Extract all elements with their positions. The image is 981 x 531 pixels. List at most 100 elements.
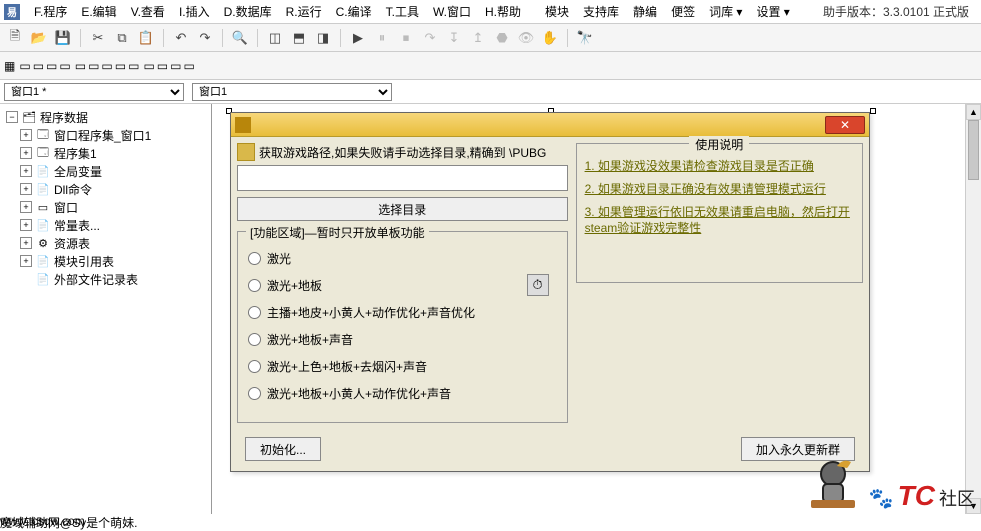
align-bottom-icon: ▭ [88, 59, 99, 73]
new-file-icon[interactable]: 🗎 [4, 27, 26, 49]
expand-icon[interactable]: + [20, 165, 32, 177]
feature-radio-option[interactable]: 激光+地板 [248, 277, 557, 294]
tree-item[interactable]: + 🗔 窗口程序集_窗口1 [18, 126, 207, 144]
instruction-link[interactable]: 1. 如果游戏没效果请检查游戏目录是否正确 [585, 159, 814, 173]
expand-icon[interactable]: + [20, 147, 32, 159]
expand-icon[interactable]: + [20, 255, 32, 267]
radio-input[interactable] [248, 333, 261, 346]
radio-input[interactable] [248, 360, 261, 373]
tree-item[interactable]: +📄Dll命令 [18, 180, 207, 198]
tree-item[interactable]: +📄全局变量 [18, 162, 207, 180]
align-center-h-icon: ▭ [33, 59, 44, 73]
undo-icon[interactable]: ↶ [170, 27, 192, 49]
tree-item[interactable]: +🗔程序集1 [18, 144, 207, 162]
align-left-icon: ▭ [19, 59, 30, 73]
menu-settings[interactable]: 设置 ▾ [750, 1, 795, 22]
menu-support-lib[interactable]: 支持库 [577, 1, 625, 22]
hand-icon[interactable]: ✋ [539, 27, 561, 49]
tree-root-row[interactable]: − 🗂 程序数据 [4, 108, 207, 126]
instruction-link[interactable]: 2. 如果游戏目录正确没有效果请管理模式运行 [585, 182, 826, 196]
menu-static-compile[interactable]: 静编 [627, 1, 663, 22]
menu-program[interactable]: F.程序 [28, 1, 73, 22]
copy-icon[interactable]: ⧉ [111, 27, 133, 49]
layout-1-icon[interactable]: ◫ [264, 27, 286, 49]
tree-node-icon: 📄 [36, 164, 50, 178]
menu-sticky-note[interactable]: 便签 [665, 1, 701, 22]
search-icon[interactable]: 🔍 [229, 27, 251, 49]
tree-item-label: 窗口程序集_窗口1 [54, 127, 151, 144]
path-hint-label: 获取游戏路径,如果失败请手动选择目录,精确到 \PUBG [259, 144, 546, 161]
feature-radio-option[interactable]: 激光 [248, 250, 557, 267]
radio-label: 激光+地板+声音 [267, 331, 353, 348]
tree-item[interactable]: +📄常量表... [18, 216, 207, 234]
tree-node-icon: ▭ [36, 200, 50, 214]
tree-node-icon: 🗔 [36, 128, 50, 142]
timer-icon: ⏱ [527, 274, 549, 296]
radio-input[interactable] [248, 252, 261, 265]
layout-3-icon[interactable]: ◨ [312, 27, 334, 49]
expand-icon[interactable]: + [20, 201, 32, 213]
align-middle-icon: ▭ [75, 59, 86, 73]
paste-icon[interactable]: 📋 [135, 27, 157, 49]
menu-edit[interactable]: E.编辑 [75, 1, 122, 22]
radio-input[interactable] [248, 279, 261, 292]
radio-input[interactable] [248, 387, 261, 400]
form-canvas[interactable]: ✕ 获取游戏路径,如果失败请手动选择目录,精确到 \PUBG 选择目录 [功能区… [218, 110, 975, 508]
expand-icon[interactable]: + [20, 237, 32, 249]
instruction-link[interactable]: 3. 如果管理运行依旧无效果请重启电脑，然后打开steam验证游戏完整性 [585, 205, 850, 236]
menu-insert[interactable]: I.插入 [173, 1, 216, 22]
tree-item[interactable]: +📄模块引用表 [18, 252, 207, 270]
radio-input[interactable] [248, 306, 261, 319]
menu-database[interactable]: D.数据库 [218, 1, 278, 22]
menu-dictionary[interactable]: 词库 ▾ [703, 1, 748, 22]
dialog-close-button[interactable]: ✕ [825, 116, 865, 134]
document-combo-2[interactable]: 窗口1 [192, 83, 392, 101]
designed-dialog[interactable]: ✕ 获取游戏路径,如果失败请手动选择目录,精确到 \PUBG 选择目录 [功能区… [230, 112, 870, 472]
select-directory-button[interactable]: 选择目录 [237, 197, 568, 221]
feature-radio-option[interactable]: 主播+地皮+小黄人+动作优化+声音优化 [248, 304, 557, 321]
dialog-titlebar[interactable]: ✕ [231, 113, 869, 137]
initialize-button[interactable]: 初始化... [245, 437, 321, 461]
expand-icon[interactable]: + [20, 219, 32, 231]
redo-icon[interactable]: ↷ [194, 27, 216, 49]
tree-item[interactable]: +▭窗口 [18, 198, 207, 216]
path-input[interactable] [237, 165, 568, 191]
expand-icon[interactable]: + [20, 129, 32, 141]
menu-module[interactable]: 模块 [539, 1, 575, 22]
feature-radio-option[interactable]: 激光+上色+地板+去烟闪+声音 [248, 358, 557, 375]
menu-view[interactable]: V.查看 [125, 1, 171, 22]
watermark-brand-small: 社区 [939, 485, 975, 511]
menu-tools[interactable]: T.工具 [380, 1, 425, 22]
feature-radio-option[interactable]: 激光+地板+小黄人+动作优化+声音 [248, 385, 557, 402]
feature-radio-option[interactable]: 激光+地板+声音 [248, 331, 557, 348]
selection-handle[interactable] [870, 108, 876, 114]
menu-run[interactable]: R.运行 [280, 1, 328, 22]
menu-compile[interactable]: C.编译 [330, 1, 378, 22]
watermark-character-icon [803, 452, 863, 512]
run-icon[interactable]: ▶ [347, 27, 369, 49]
save-icon[interactable]: 💾 [52, 27, 74, 49]
instructions-legend: 使用说明 [689, 136, 749, 153]
space-h-icon: ▭ [143, 59, 154, 73]
document-combo-1[interactable]: 窗口1 * [4, 83, 184, 101]
grid-icon[interactable]: ▦ [4, 59, 15, 73]
tree-item[interactable]: 📄外部文件记录表 [18, 270, 207, 288]
expand-icon[interactable]: + [20, 183, 32, 195]
menu-help[interactable]: H.帮助 [479, 1, 527, 22]
collapse-icon[interactable]: − [6, 111, 18, 123]
step-into-icon: ↧ [443, 27, 465, 49]
paw-icon: 🐾 [869, 486, 894, 511]
tree-item[interactable]: +⚙资源表 [18, 234, 207, 252]
find-binoculars-icon[interactable]: 🔭 [574, 27, 596, 49]
scroll-thumb[interactable] [968, 120, 979, 180]
layout-2-icon[interactable]: ⬒ [288, 27, 310, 49]
tree-node-icon: ⚙ [36, 236, 50, 250]
cut-icon[interactable]: ✂ [87, 27, 109, 49]
step-out-icon: ↥ [467, 27, 489, 49]
dialog-icon [235, 117, 251, 133]
tree-node-icon: 🗔 [36, 146, 50, 160]
open-file-icon[interactable]: 📂 [28, 27, 50, 49]
scroll-up-icon[interactable]: ▲ [966, 104, 981, 120]
project-tree-panel: − 🗂 程序数据 +🗔窗口程序集_窗口1+🗔程序集1+📄全局变量+📄Dll命令+… [0, 104, 212, 514]
menu-window[interactable]: W.窗口 [427, 1, 477, 22]
